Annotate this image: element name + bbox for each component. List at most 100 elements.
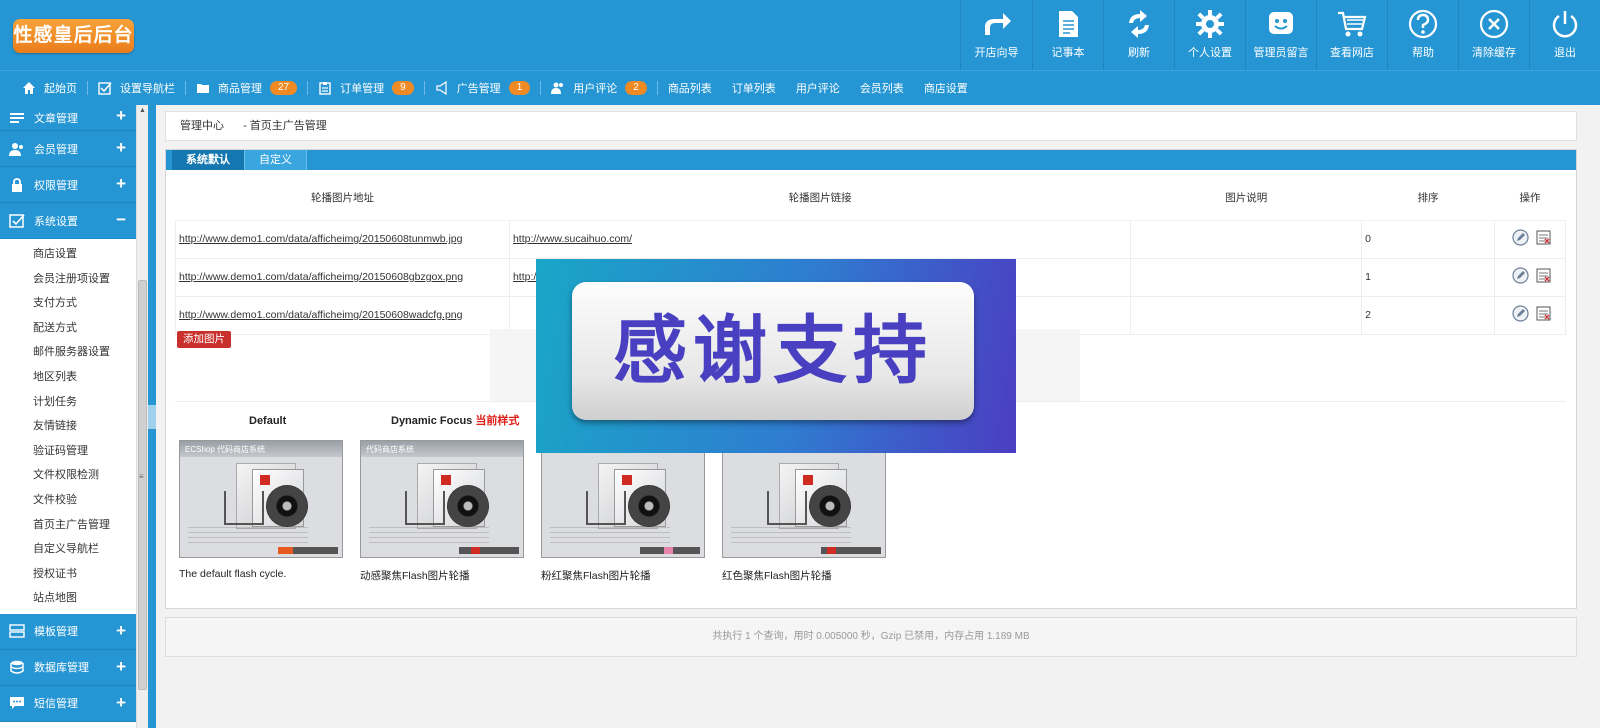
- sidebar-divider: [148, 105, 156, 728]
- delete-icon[interactable]: [1535, 229, 1552, 246]
- cell-order: 1: [1361, 257, 1495, 297]
- edit-icon[interactable]: [1511, 305, 1529, 322]
- style-thumbnail[interactable]: 代码商店系统: [360, 440, 524, 558]
- nav-link-goods-list[interactable]: 商品列表: [668, 71, 712, 106]
- tool-view-shop[interactable]: 查看网店: [1316, 0, 1387, 70]
- current-style-marker: 当前样式: [475, 415, 520, 427]
- app-logo[interactable]: 性感皇后后台: [13, 19, 134, 53]
- sidebar-group-articles[interactable]: 文章管理 +: [0, 105, 136, 131]
- nav-divider: [307, 81, 309, 95]
- style-option-dynamic-focus[interactable]: Dynamic Focus 当前样式 代码商店系统 动感聚焦Flash图片轮播: [360, 402, 540, 583]
- sidebar-group-label: 会员管理: [34, 143, 78, 156]
- column-header: 排序: [1361, 176, 1495, 221]
- sidebar-item-friend-links[interactable]: 友情链接: [0, 414, 136, 439]
- nav-ads[interactable]: 广告管理 1: [435, 71, 531, 106]
- sidebar-item-shop-settings[interactable]: 商店设置: [0, 242, 136, 267]
- sidebar-group-system-settings[interactable]: 系统设置 −: [0, 203, 136, 239]
- sidebar-item-file-permissions[interactable]: 文件权限检测: [0, 463, 136, 488]
- tool-setup-wizard[interactable]: 开店向导: [960, 0, 1032, 70]
- sidebar-item-payment[interactable]: 支付方式: [0, 291, 136, 316]
- expand-toggle[interactable]: +: [116, 107, 126, 125]
- sidebar-item-shipping[interactable]: 配送方式: [0, 316, 136, 341]
- sidebar-group-templates[interactable]: 模板管理 +: [0, 613, 136, 650]
- sidebar-item-cron[interactable]: 计划任务: [0, 390, 136, 415]
- style-option-default[interactable]: Default ECShop 代码商店系统 The default flash …: [179, 402, 359, 580]
- collapse-toggle[interactable]: −: [116, 211, 126, 229]
- tool-admin-messages[interactable]: 管理员留言: [1245, 0, 1316, 70]
- delete-icon[interactable]: [1535, 267, 1552, 284]
- tab-custom[interactable]: 自定义: [244, 150, 307, 170]
- delete-icon[interactable]: [1535, 305, 1552, 322]
- sidebar-group-permissions[interactable]: 权限管理 +: [0, 167, 136, 203]
- nav-divider: [185, 81, 186, 95]
- image-target-link[interactable]: http://www.sucaihuo.com/: [513, 233, 632, 245]
- style-thumbnail[interactable]: [722, 440, 886, 558]
- sidebar-item-license[interactable]: 授权证书: [0, 562, 136, 587]
- sidebar-item-mail-server[interactable]: 邮件服务器设置: [0, 340, 136, 365]
- sidebar-item-captcha[interactable]: 验证码管理: [0, 439, 136, 464]
- nav-label: 起始页: [44, 83, 77, 95]
- sidebar-item-sitemap[interactable]: 站点地图: [0, 586, 136, 611]
- megaphone-icon: [436, 81, 447, 95]
- column-header: 操作: [1494, 176, 1566, 221]
- expand-toggle[interactable]: +: [116, 139, 126, 157]
- breadcrumb-root[interactable]: 管理中心: [180, 120, 224, 132]
- cell-actions: [1494, 219, 1566, 259]
- nav-link-user-comments[interactable]: 用户评论: [796, 71, 840, 106]
- sidebar-item-regions[interactable]: 地区列表: [0, 365, 136, 390]
- nav-set-navbar[interactable]: 设置导航栏: [98, 71, 175, 106]
- tool-clear-cache[interactable]: 清除缓存: [1458, 0, 1529, 70]
- style-title-text: Default: [249, 415, 287, 427]
- edit-icon[interactable]: [1511, 267, 1529, 284]
- tool-notepad[interactable]: 记事本: [1032, 0, 1103, 70]
- nav-comments[interactable]: 用户评论 2: [551, 71, 647, 106]
- edit-icon[interactable]: [1511, 229, 1529, 246]
- style-description: 粉红聚焦Flash图片轮播: [541, 570, 651, 582]
- tool-refresh[interactable]: 刷新: [1103, 0, 1174, 70]
- sidebar-item-custom-nav[interactable]: 自定义导航栏: [0, 537, 136, 562]
- nav-link-shop-settings[interactable]: 商店设置: [924, 71, 968, 106]
- sidebar-item-home-ads[interactable]: 首页主广告管理: [0, 513, 136, 538]
- cell-order: 0: [1361, 219, 1495, 259]
- image-src-link[interactable]: http://www.demo1.com/data/afficheimg/201…: [179, 233, 462, 245]
- expand-toggle[interactable]: +: [116, 693, 126, 712]
- template-icon: [9, 624, 25, 639]
- image-src-link[interactable]: http://www.demo1.com/data/afficheimg/201…: [179, 309, 463, 321]
- tool-personal-settings[interactable]: 个人设置: [1174, 0, 1245, 70]
- nav-label: 商品管理: [218, 83, 262, 95]
- collapse-sidebar-handle[interactable]: [148, 405, 156, 429]
- users-icon: [9, 142, 23, 156]
- cell-description: [1130, 257, 1363, 297]
- disc-icon: [447, 485, 489, 527]
- tab-system-default[interactable]: 系统默认: [172, 150, 244, 170]
- tool-logout[interactable]: 退出: [1529, 0, 1600, 70]
- redo-arrow-icon: [984, 13, 1011, 35]
- nav-home[interactable]: 起始页: [22, 71, 77, 106]
- expand-toggle[interactable]: +: [116, 175, 126, 193]
- expand-toggle[interactable]: +: [116, 621, 126, 640]
- disc-icon: [628, 485, 670, 527]
- style-thumbnail[interactable]: ECShop 代码商店系统: [179, 440, 343, 558]
- scrollbar-thumb[interactable]: [138, 280, 147, 690]
- tool-help[interactable]: 帮助: [1387, 0, 1458, 70]
- sidebar-item-register-fields[interactable]: 会员注册项设置: [0, 267, 136, 292]
- scroll-up-arrow-icon[interactable]: ▲: [139, 107, 146, 114]
- add-image-button[interactable]: 添加图片: [177, 331, 231, 348]
- nav-orders[interactable]: 订单管理 9: [318, 71, 414, 106]
- nav-link-member-list[interactable]: 会员列表: [860, 71, 904, 106]
- nav-goods[interactable]: 商品管理 27: [196, 71, 298, 106]
- nav-link-order-list[interactable]: 订单列表: [732, 71, 776, 106]
- sidebar-item-file-check[interactable]: 文件校验: [0, 488, 136, 513]
- shopping-cart-icon: [1338, 11, 1367, 37]
- sidebar-group-members[interactable]: 会员管理 +: [0, 131, 136, 167]
- style-thumbnail[interactable]: [541, 440, 705, 558]
- sidebar-scrollbar[interactable]: ▲ ≡: [136, 105, 148, 728]
- image-src-link[interactable]: http://www.demo1.com/data/afficheimg/201…: [179, 271, 463, 283]
- sidebar-group-sms[interactable]: 短信管理 +: [0, 685, 136, 722]
- cell-image-src: http://www.demo1.com/data/afficheimg/201…: [175, 295, 510, 335]
- database-icon: [10, 661, 24, 675]
- expand-toggle[interactable]: +: [116, 657, 126, 676]
- thumbnail-title-bar: ECShop 代码商店系统: [180, 441, 342, 457]
- sidebar-group-database[interactable]: 数据库管理 +: [0, 649, 136, 686]
- query-stats-footer: 共执行 1 个查询，用时 0.005000 秒，Gzip 已禁用，内存占用 1.…: [165, 617, 1577, 657]
